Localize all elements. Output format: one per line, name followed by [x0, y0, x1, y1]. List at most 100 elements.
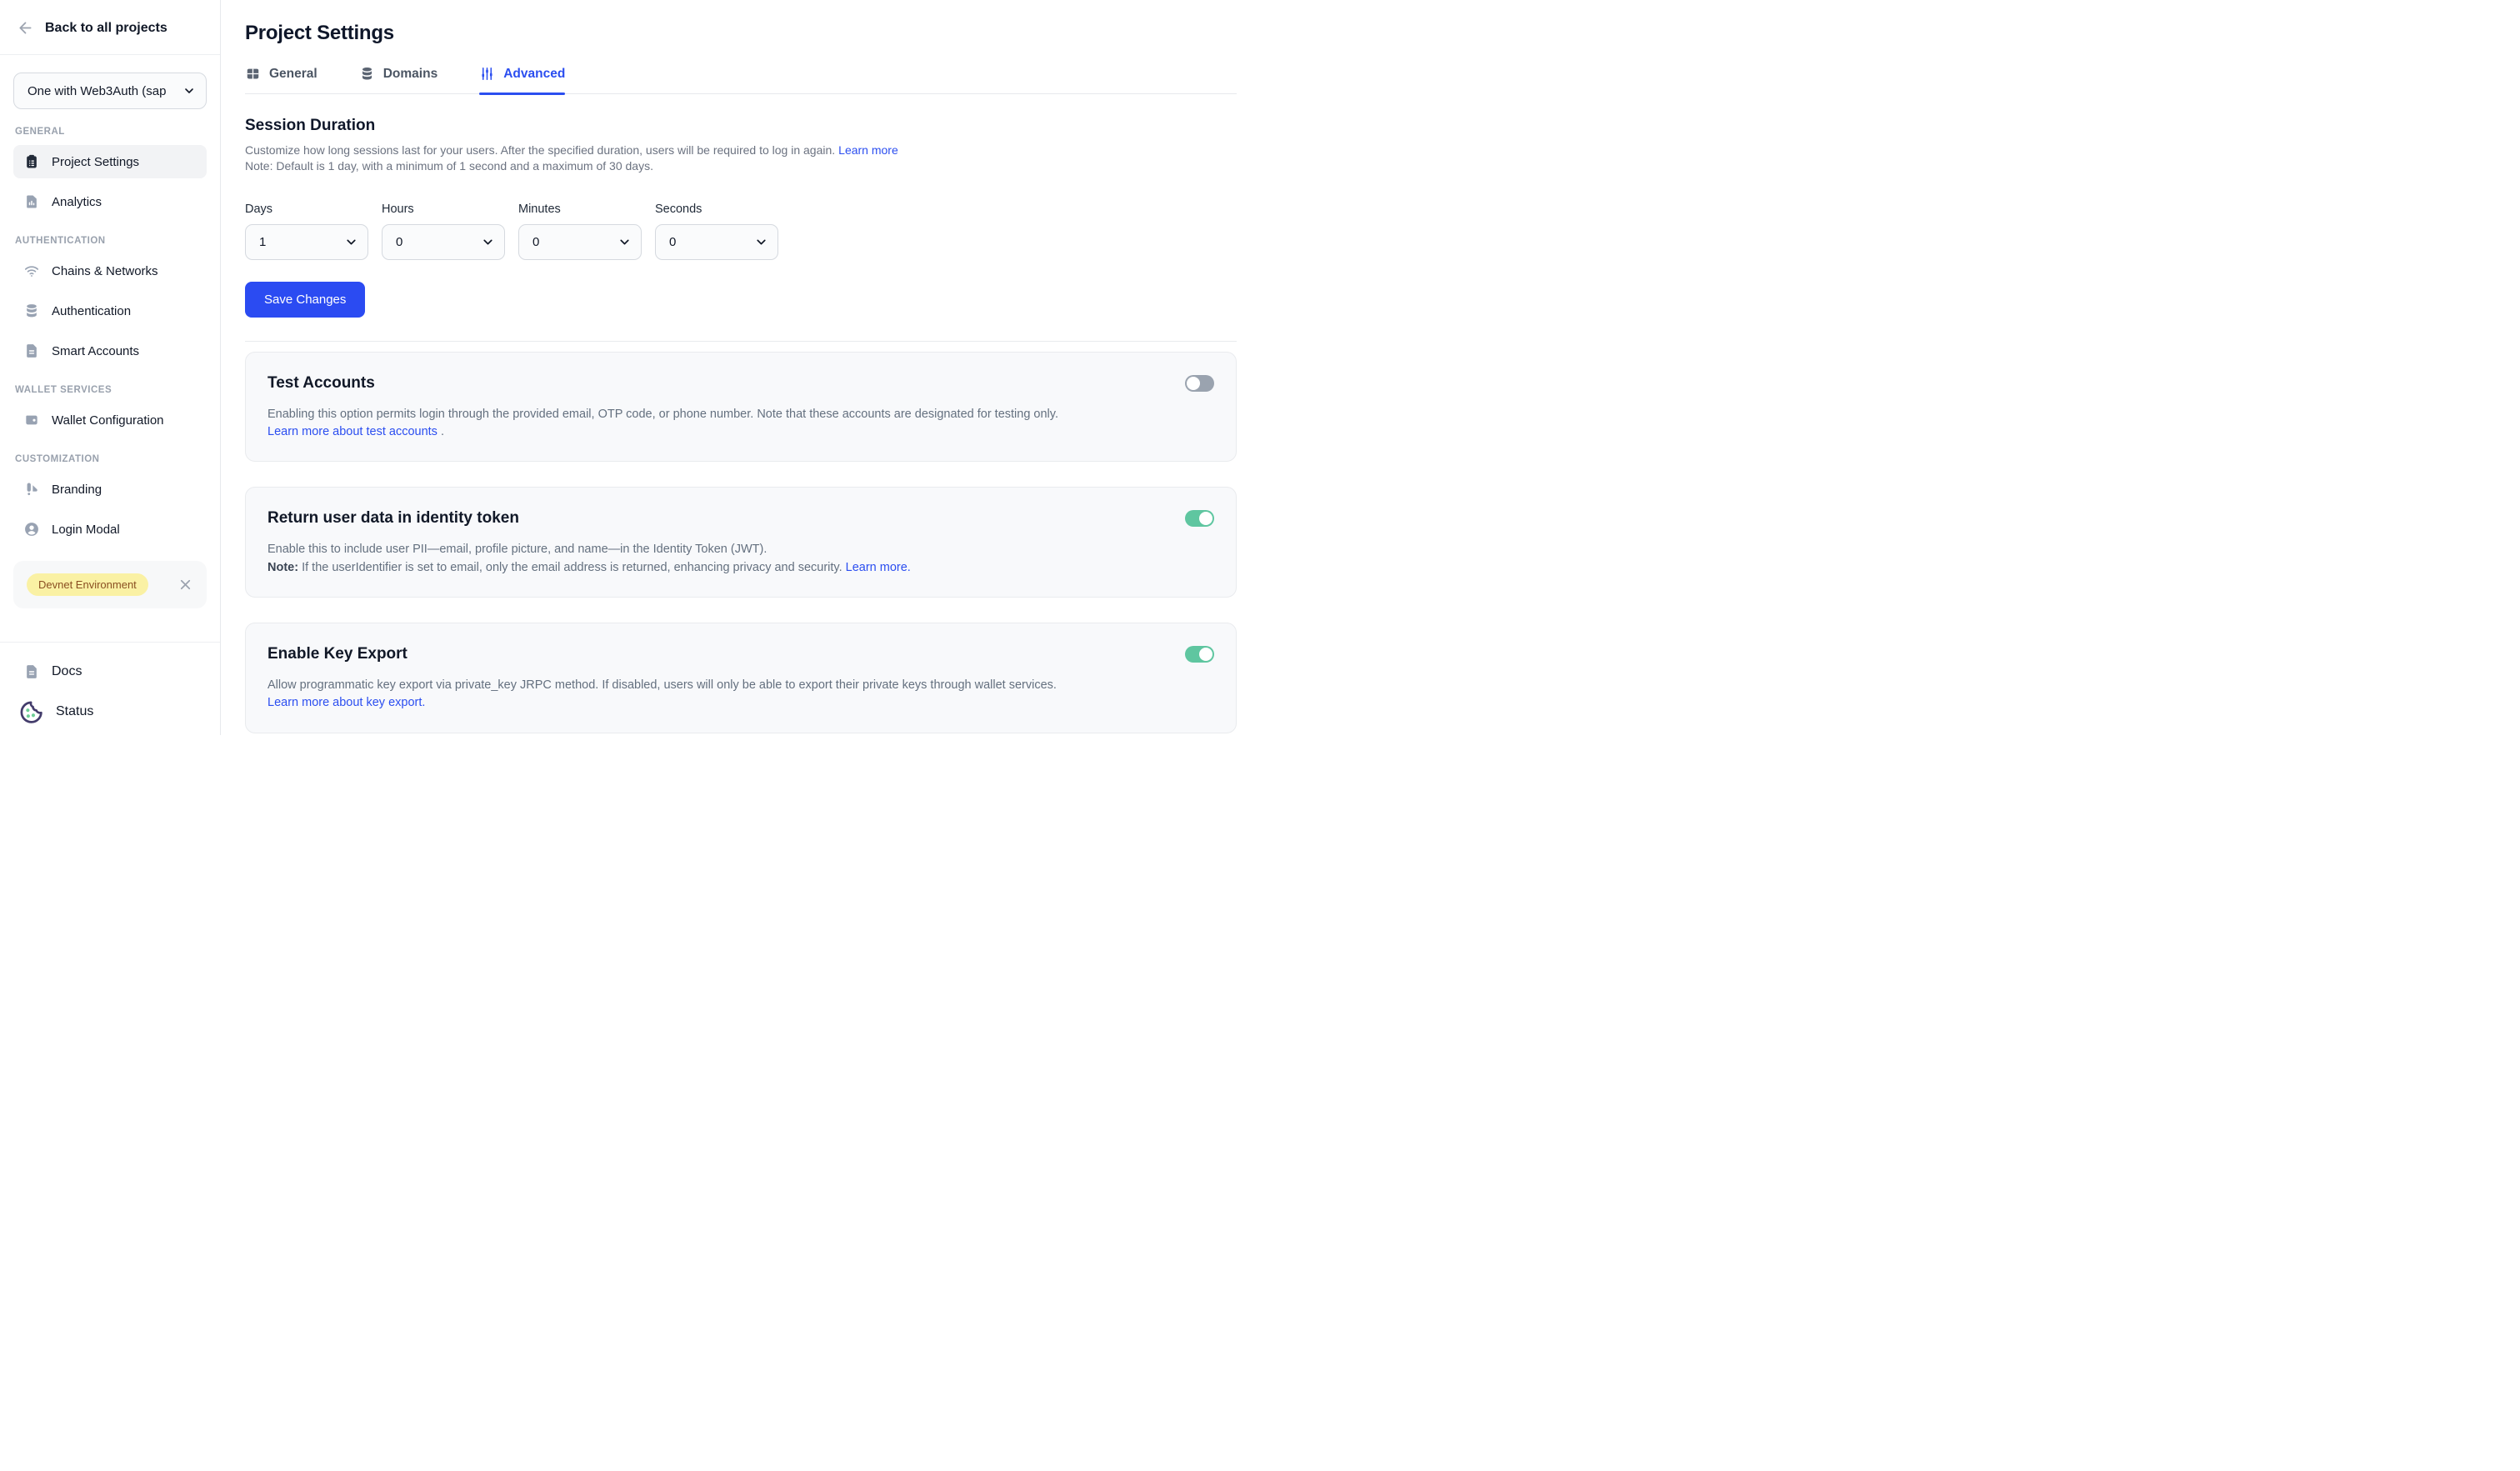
card-test-accounts: Test Accounts Enabling this option permit…: [245, 352, 1237, 463]
card-description: Enable this to include user PII—email, p…: [268, 541, 1092, 577]
card-enable-key-export: Enable Key Export Allow programmatic key …: [245, 623, 1237, 733]
return-user-data-in-identity-token-toggle[interactable]: [1185, 510, 1214, 527]
learn-more-about-test-accounts-link[interactable]: Learn more about test accounts: [268, 425, 438, 438]
duration-field-days: Days 1: [245, 203, 368, 260]
select-wrap-days: 1: [245, 224, 368, 260]
field-label-hours: Hours: [382, 203, 505, 216]
text-span: .: [438, 425, 444, 438]
sidebar-footer: Docs Status: [0, 642, 220, 735]
user-icon: [23, 521, 40, 538]
back-label: Back to all projects: [45, 21, 168, 36]
main-content: Project Settings GeneralDomainsAdvanced …: [221, 0, 1260, 735]
settings-cards: Test Accounts Enabling this option permit…: [245, 352, 1237, 733]
sidebar-item-chains-networks[interactable]: Chains & Networks: [13, 254, 207, 288]
nav-group-label-general: GENERAL: [15, 127, 207, 137]
card-description-line: Enabling this option permits login throu…: [268, 406, 1092, 442]
sidebar-item-status[interactable]: Status: [13, 695, 207, 728]
session-duration-form: Days 1 Hours 0 Minutes 0 Seconds 0: [245, 203, 1237, 260]
close-icon[interactable]: [178, 577, 193, 593]
sliders-icon: [479, 66, 495, 82]
text-span: Note:: [268, 561, 298, 574]
divider: [245, 341, 1237, 342]
wifi-icon: [23, 263, 40, 279]
session-duration-note: Note: Default is 1 day, with a minimum o…: [245, 158, 1162, 174]
project-selector-value: One with Web3Auth (sap: [28, 84, 182, 98]
field-label-days: Days: [245, 203, 368, 216]
sidebar-item-label: Wallet Configuration: [52, 413, 164, 428]
arrow-left-icon: [17, 19, 34, 37]
seconds-select[interactable]: 0: [655, 224, 778, 260]
learn-more-link[interactable]: Learn more.: [846, 561, 911, 574]
card-return-user-data-in-identity-token: Return user data in identity token Enable…: [245, 487, 1237, 598]
select-wrap-minutes: 0: [518, 224, 642, 260]
nav-group-label-customization: CUSTOMIZATION: [15, 454, 207, 464]
sidebar: Back to all projects One with Web3Auth (…: [0, 0, 221, 735]
card-title: Return user data in identity token: [268, 509, 1214, 528]
session-description-text: Customize how long sessions last for you…: [245, 143, 835, 157]
sidebar-item-label: Smart Accounts: [52, 344, 139, 358]
wallet-icon: [23, 412, 40, 428]
environment-badge: Devnet Environment: [27, 573, 148, 596]
text-span: Enabling this option permits login throu…: [268, 408, 1058, 421]
back-to-projects-button[interactable]: Back to all projects: [0, 0, 220, 55]
chevron-down-icon: [182, 84, 196, 98]
card-description: Allow programmatic key export via privat…: [268, 677, 1092, 713]
environment-banner: Devnet Environment: [13, 561, 207, 608]
card-title: Test Accounts: [268, 374, 1214, 393]
sidebar-item-wallet-configuration[interactable]: Wallet Configuration: [13, 403, 207, 437]
tab-label: General: [269, 67, 318, 82]
analytics-icon: [23, 193, 40, 210]
learn-more-about-key-export-link[interactable]: Learn more about key export.: [268, 696, 425, 709]
project-selector-dropdown[interactable]: One with Web3Auth (sap: [13, 73, 207, 109]
sidebar-item-docs[interactable]: Docs: [13, 655, 207, 688]
field-label-seconds: Seconds: [655, 203, 778, 216]
sidebar-item-login-modal[interactable]: Login Modal: [13, 513, 207, 546]
save-changes-button[interactable]: Save Changes: [245, 282, 365, 318]
test-accounts-toggle[interactable]: [1185, 375, 1214, 392]
sidebar-item-label: Status: [56, 704, 93, 719]
duration-field-minutes: Minutes 0: [518, 203, 642, 260]
sidebar-item-label: Project Settings: [52, 155, 139, 169]
session-duration-description: Customize how long sessions last for you…: [245, 143, 1162, 175]
tab-general[interactable]: General: [245, 66, 318, 93]
sidebar-item-label: Docs: [52, 664, 82, 679]
tab-label: Advanced: [503, 67, 565, 82]
branding-icon: [23, 481, 40, 498]
sidebar-item-analytics[interactable]: Analytics: [13, 185, 207, 218]
sidebar-item-branding[interactable]: Branding: [13, 473, 207, 506]
clipboard-icon: [23, 153, 40, 170]
nav-group-label-wallet-services: WALLET SERVICES: [15, 385, 207, 395]
field-label-minutes: Minutes: [518, 203, 642, 216]
grid-icon: [245, 66, 261, 82]
duration-field-hours: Hours 0: [382, 203, 505, 260]
text-span: Allow programmatic key export via privat…: [268, 678, 1057, 692]
session-duration-heading: Session Duration: [245, 117, 1237, 135]
nav-group-label-authentication: AUTHENTICATION: [15, 236, 207, 246]
tab-bar: General Domains Advanced: [245, 66, 1237, 94]
learn-more-link[interactable]: Learn more: [838, 143, 898, 157]
minutes-select[interactable]: 0: [518, 224, 642, 260]
sidebar-item-authentication[interactable]: Authentication: [13, 294, 207, 328]
sidebar-item-label: Chains & Networks: [52, 264, 158, 278]
tab-label: Domains: [383, 67, 438, 82]
card-description: Enabling this option permits login throu…: [268, 406, 1092, 442]
card-title: Enable Key Export: [268, 645, 1214, 663]
document-icon: [23, 343, 40, 359]
sidebar-nav: GENERAL Project Settings Analytics AUTHENTI…: [0, 109, 220, 553]
days-select[interactable]: 1: [245, 224, 368, 260]
hours-select[interactable]: 0: [382, 224, 505, 260]
text-span: If the userIdentifier is set to email, o…: [298, 561, 846, 574]
enable-key-export-toggle[interactable]: [1185, 646, 1214, 663]
select-wrap-hours: 0: [382, 224, 505, 260]
tab-domains[interactable]: Domains: [359, 66, 438, 93]
sidebar-item-label: Branding: [52, 483, 102, 497]
sidebar-item-label: Authentication: [52, 304, 131, 318]
duration-field-seconds: Seconds 0: [655, 203, 778, 260]
database-icon: [23, 303, 40, 319]
card-description-line: Learn more about key export.: [268, 694, 1092, 712]
card-description-line: Enable this to include user PII—email, p…: [268, 541, 1092, 558]
sidebar-item-project-settings[interactable]: Project Settings: [13, 145, 207, 178]
select-wrap-seconds: 0: [655, 224, 778, 260]
sidebar-item-smart-accounts[interactable]: Smart Accounts: [13, 334, 207, 368]
tab-advanced[interactable]: Advanced: [479, 66, 565, 93]
